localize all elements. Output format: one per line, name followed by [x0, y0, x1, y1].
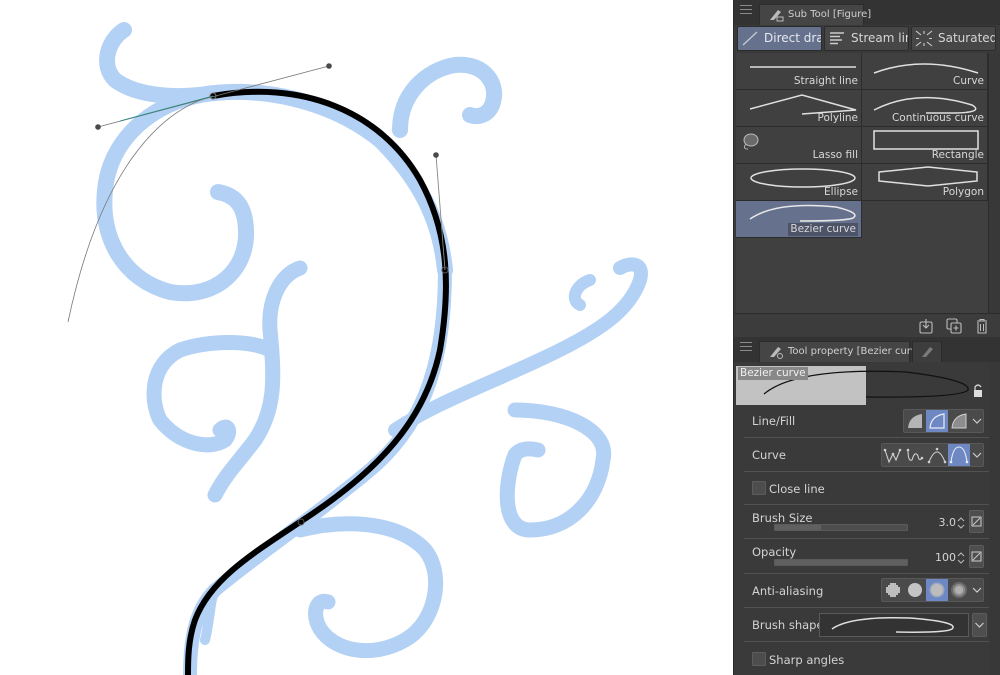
sketch-stroke [96, 87, 255, 302]
chevron-down-icon[interactable] [970, 410, 984, 432]
property-panel-scrollbar[interactable] [989, 362, 1000, 675]
brush-size-pressure-button[interactable] [969, 510, 984, 533]
anti-aliasing-selector [881, 578, 984, 602]
opacity-slider-fill [775, 560, 907, 565]
control-point-handle[interactable] [326, 63, 332, 69]
opacity-row: Opacity 100 [744, 539, 994, 574]
curve-option-cubic[interactable] [948, 444, 970, 466]
subtool-polygon[interactable]: Polygon [862, 164, 988, 201]
chevron-down-icon[interactable] [970, 444, 984, 466]
line-fill-option-line[interactable] [926, 410, 948, 432]
sharp-angles-row: Sharp angles [744, 642, 994, 675]
subtool-continuous-curve[interactable]: Continuous curve [862, 90, 988, 127]
curve-option-straight[interactable] [882, 444, 904, 466]
curve-option-quadratic[interactable] [926, 444, 948, 466]
right-panel: Sub Tool [Figure] Direct draw Stream lin… [733, 0, 1000, 675]
opacity-pressure-button[interactable] [969, 545, 984, 568]
curve-option-spline[interactable] [904, 444, 926, 466]
brush-size-slider[interactable] [774, 524, 908, 531]
sketch-stroke [392, 56, 503, 138]
curve-row: Curve [744, 438, 994, 472]
subtool-curve[interactable]: Curve [862, 53, 988, 90]
brush-shape-dropdown[interactable] [972, 613, 987, 637]
chevron-down-icon [975, 622, 984, 628]
saturated-line-icon [915, 30, 933, 47]
line-fill-row: Line/Fill [744, 405, 994, 438]
control-point-handle[interactable] [433, 152, 439, 158]
opacity-value[interactable]: 100 [916, 551, 956, 564]
sketch-stroke [146, 335, 278, 453]
panel-menu-icon[interactable] [740, 5, 752, 15]
brush-shape-row: Brush shape [744, 608, 994, 642]
subtool-lasso-fill[interactable]: Lasso fill [736, 127, 862, 164]
sketch-stroke [568, 274, 596, 311]
sketch-stroke [207, 260, 308, 503]
canvas-artwork [67, 22, 648, 675]
line-fill-option-both[interactable] [948, 410, 970, 432]
lock-icon [974, 384, 982, 397]
spinner-icon[interactable] [957, 516, 965, 530]
chevron-down-icon[interactable] [970, 579, 984, 601]
anti-aliasing-option-none[interactable] [882, 579, 904, 601]
brush-size-row: Brush Size 3.0 [744, 505, 994, 539]
close-line-checkbox[interactable] [752, 481, 766, 495]
tab-subtool-figure[interactable]: Sub Tool [Figure] [759, 4, 871, 25]
brush-size-slider-fill [775, 525, 822, 530]
preview-label: Bezier curve [738, 367, 808, 380]
group-direct-draw[interactable]: Direct draw [737, 26, 822, 51]
tab-label: Sub Tool [Figure] [788, 9, 872, 20]
subtool-polyline[interactable]: Polyline [736, 90, 862, 127]
subtool-straight-line[interactable]: Straight line [736, 53, 862, 90]
curve-type-selector [881, 443, 984, 467]
import-icon[interactable] [918, 318, 934, 334]
group-stream-line[interactable]: Stream line [824, 26, 909, 51]
tab-sub-tool-detail[interactable] [912, 341, 942, 362]
stream-line-icon [830, 32, 844, 45]
sharp-angles-checkbox[interactable] [752, 652, 766, 666]
subtool-tabbar: Sub Tool [Figure] [734, 0, 1000, 25]
figure-tool-icon [770, 10, 784, 22]
direct-draw-icon [742, 31, 758, 46]
sketch-stroke [292, 516, 444, 659]
brush-preview: Bezier curve [736, 362, 998, 405]
brush-size-value[interactable]: 3.0 [916, 516, 957, 529]
tool-property-icon [770, 347, 783, 359]
line-fill-option-fill[interactable] [904, 410, 926, 432]
close-line-row: Close line [744, 472, 994, 505]
subtool-group-bar: Direct draw Stream line Saturated line [734, 25, 1000, 53]
pressure-icon [971, 551, 982, 562]
tab-tool-property[interactable]: Tool property [Bezier curve] [759, 341, 927, 362]
opacity-slider[interactable] [774, 559, 908, 566]
property-panel-menu-icon[interactable] [740, 342, 752, 352]
subtool-list-scrollbar[interactable] [988, 53, 1000, 313]
subtool-bezier-curve[interactable]: Bezier curve [736, 201, 862, 238]
group-saturated-line[interactable]: Saturated line [911, 26, 996, 51]
sketch-stroke [499, 402, 612, 538]
subtool-footer [734, 313, 1000, 337]
subtool-list: Straight line Curve Polyline Continuous … [736, 53, 988, 313]
brush-shape-stroke-icon [831, 617, 954, 633]
pressure-icon [971, 516, 982, 527]
sketch-stroke [99, 22, 208, 105]
anti-aliasing-option-weak[interactable] [904, 579, 926, 601]
trash-icon[interactable] [974, 318, 990, 334]
control-point-handle[interactable] [95, 124, 101, 130]
duplicate-icon[interactable] [946, 318, 962, 334]
brush-shape-preview[interactable] [819, 613, 969, 637]
sub-tool-detail-icon [922, 347, 933, 357]
drawing-canvas[interactable] [0, 0, 733, 675]
subtool-ellipse[interactable]: Ellipse [736, 164, 862, 201]
tab-label: Tool property [Bezier curve] [788, 346, 927, 357]
anti-aliasing-option-middle[interactable] [926, 579, 948, 601]
anti-aliasing-option-strong[interactable] [948, 579, 970, 601]
spinner-icon[interactable] [957, 551, 965, 565]
anti-aliasing-row: Anti-aliasing [744, 574, 994, 608]
subtool-rectangle[interactable]: Rectangle [862, 127, 988, 164]
line-fill-selector [903, 409, 984, 433]
property-tabbar: Tool property [Bezier curve] [734, 337, 1000, 362]
